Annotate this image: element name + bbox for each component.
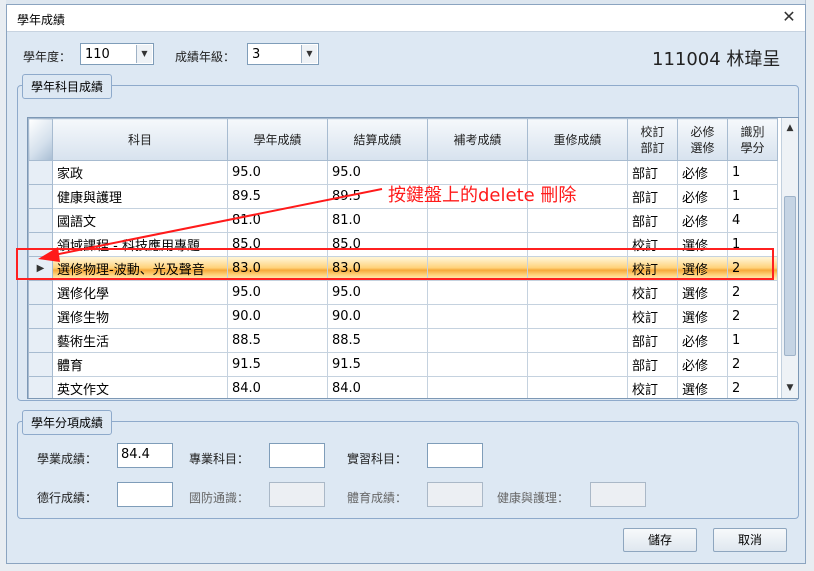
annotation-text: 按鍵盤上的delete 刪除	[388, 185, 577, 206]
annotation-arrow	[38, 188, 383, 262]
